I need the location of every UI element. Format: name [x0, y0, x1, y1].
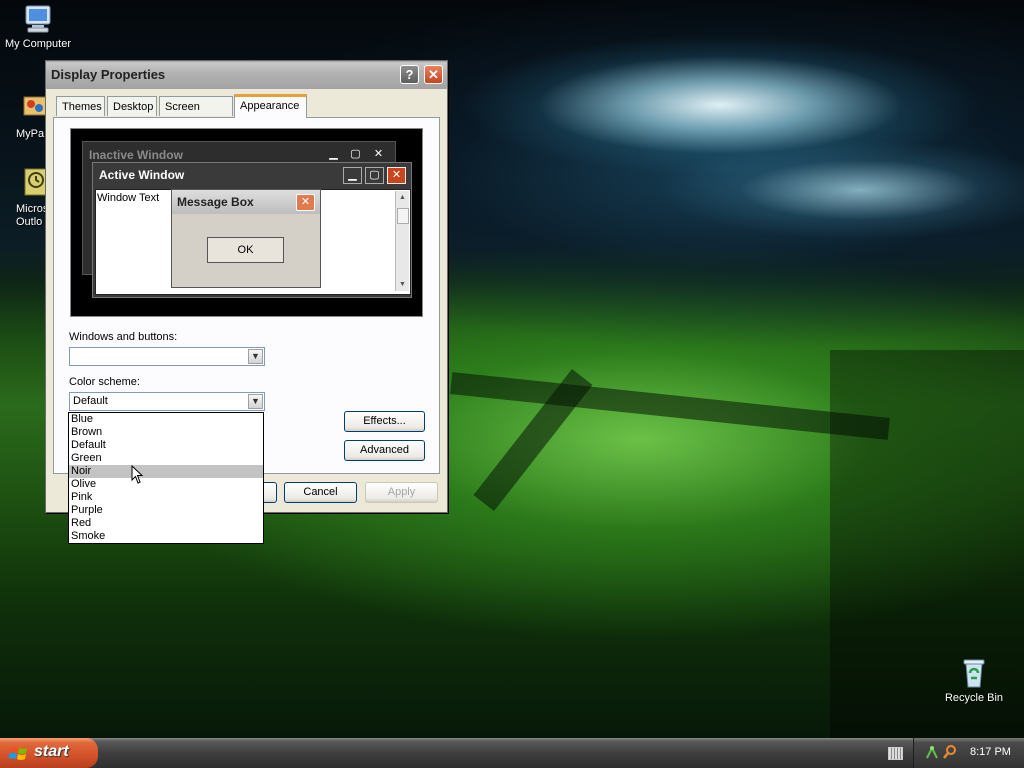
- recycle-bin-icon: [958, 657, 990, 689]
- help-button[interactable]: ?: [400, 65, 419, 84]
- advanced-button[interactable]: Advanced: [344, 440, 425, 461]
- preview-ok-button: OK: [207, 237, 284, 263]
- scroll-thumb: [397, 208, 409, 224]
- close-icon: ✕: [373, 148, 384, 160]
- search-icon[interactable]: [943, 744, 957, 760]
- color-scheme-option[interactable]: Brown: [69, 426, 263, 439]
- color-scheme-option[interactable]: Pink: [69, 491, 263, 504]
- windows-buttons-select[interactable]: ▼: [69, 347, 265, 366]
- color-scheme-value: Default: [73, 395, 108, 407]
- preview-active-title: Active Window: [99, 168, 185, 182]
- taskbar: start 8:17 PM: [0, 738, 1024, 768]
- appearance-preview: Inactive Window ▁ ▢ ✕ Active Window ▁ ▢ …: [70, 128, 423, 317]
- system-tray: 8:17 PM: [913, 738, 1024, 768]
- windows-buttons-label: Windows and buttons:: [69, 331, 178, 343]
- keyboard-icon[interactable]: [888, 747, 903, 760]
- color-scheme-option[interactable]: Green: [69, 452, 263, 465]
- maximize-icon: ▢: [365, 167, 384, 184]
- apply-button[interactable]: Apply: [365, 482, 438, 503]
- close-button[interactable]: ✕: [424, 65, 443, 84]
- desktop-icon-label: Micros Outlo: [16, 203, 46, 228]
- message-box-title: Message Box: [177, 195, 254, 209]
- preview-message-box: Message Box ✕ OK: [171, 189, 321, 288]
- close-icon: ✕: [296, 194, 315, 211]
- preview-inactive-title: Inactive Window: [89, 148, 183, 162]
- desktop-icon-my-computer[interactable]: My Computer: [0, 3, 78, 50]
- maximize-icon: ▢: [350, 148, 361, 160]
- preview-window-text: Window Text: [97, 192, 160, 204]
- preview-scrollbar: ▲ ▼: [395, 191, 409, 291]
- color-scheme-label: Color scheme:: [69, 376, 140, 388]
- tab-themes[interactable]: Themes: [56, 96, 105, 116]
- desktop-icon-label: Recycle Bin: [944, 692, 1004, 704]
- desktop-icon-recycle-bin[interactable]: Recycle Bin: [934, 657, 1014, 704]
- computer-icon: [22, 3, 54, 35]
- tab-appearance[interactable]: Appearance: [234, 94, 307, 118]
- color-scheme-option[interactable]: Blue: [69, 413, 263, 426]
- color-scheme-option[interactable]: Red: [69, 517, 263, 530]
- outlook-icon: [24, 168, 46, 200]
- tab-screen-saver[interactable]: Screen Saver: [159, 96, 233, 133]
- color-scheme-dropdown-list[interactable]: Blue Brown Default Green Noir Olive Pink…: [68, 412, 264, 544]
- mouse-cursor-icon: [131, 464, 145, 488]
- color-scheme-select[interactable]: Default ▼: [69, 392, 265, 411]
- chevron-down-icon[interactable]: ▼: [248, 349, 263, 364]
- desktop-icon-label: My Computer: [4, 38, 72, 50]
- pictures-icon: [22, 93, 46, 125]
- desktop-icon-outlook[interactable]: Micros Outlo: [0, 168, 46, 229]
- desktop-icon-mypa[interactable]: MyPa: [0, 93, 46, 140]
- scroll-up-icon: ▲: [399, 194, 406, 201]
- color-scheme-option[interactable]: Olive: [69, 478, 263, 491]
- start-button[interactable]: start: [0, 738, 98, 768]
- color-scheme-option[interactable]: Purple: [69, 504, 263, 517]
- close-icon: ✕: [387, 167, 406, 184]
- window-titlebar[interactable]: Display Properties ? ✕: [46, 61, 447, 89]
- message-box-titlebar: Message Box ✕: [172, 190, 320, 214]
- color-scheme-option[interactable]: Default: [69, 439, 263, 452]
- minimize-icon: ▁: [343, 167, 362, 184]
- window-title: Display Properties: [51, 67, 166, 82]
- clock[interactable]: 8:17 PM: [970, 746, 1011, 758]
- effects-button[interactable]: Effects...: [344, 411, 425, 432]
- color-scheme-option[interactable]: Smoke: [69, 530, 263, 543]
- network-icon[interactable]: [925, 744, 939, 760]
- chevron-down-icon[interactable]: ▼: [248, 394, 263, 409]
- color-scheme-option-highlighted[interactable]: Noir: [69, 465, 263, 478]
- start-label: start: [34, 743, 69, 760]
- minimize-icon: ▁: [329, 148, 338, 160]
- wallpaper-shadow: [450, 372, 890, 440]
- tab-desktop[interactable]: Desktop: [107, 96, 157, 116]
- scroll-down-icon: ▼: [399, 281, 406, 288]
- cancel-button[interactable]: Cancel: [284, 482, 357, 503]
- windows-logo-icon: [9, 747, 27, 760]
- desktop-icon-label: MyPa: [16, 128, 45, 140]
